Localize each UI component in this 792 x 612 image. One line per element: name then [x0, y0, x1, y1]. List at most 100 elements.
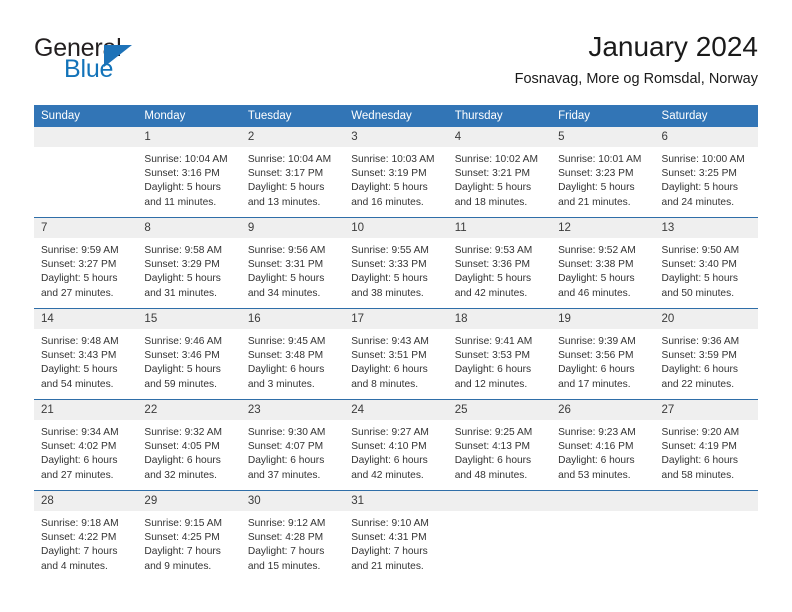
day-number: 28	[34, 491, 138, 511]
day-sun-info: Sunrise: 9:25 AM Sunset: 4:13 PM Daylight:…	[448, 420, 551, 483]
calendar-day-cell[interactable]: 30 Sunrise: 9:12 AM Sunset: 4:28 PM Dayligh…	[240, 490, 345, 581]
calendar-day-cell[interactable]: 18 Sunrise: 9:41 AM Sunset: 3:53 PM Dayligh…	[447, 308, 552, 400]
sunset-text: Sunset: 3:33 PM	[351, 259, 427, 271]
calendar-day-cell[interactable]: 6 Sunrise: 10:00 AM Sunset: 3:25 PM Dayligh…	[654, 127, 758, 218]
calendar-day-cell[interactable]: 27 Sunrise: 9:20 AM Sunset: 4:19 PM Dayligh…	[654, 399, 758, 491]
day-cell-inner: 19 Sunrise: 9:39 AM Sunset: 3:56 PM Dayligh…	[551, 309, 655, 399]
daylight-text-line2: and 53 minutes.	[558, 469, 631, 481]
calendar-day-cell[interactable]: 31 Sunrise: 9:10 AM Sunset: 4:31 PM Dayligh…	[344, 490, 448, 581]
calendar-body: 1 Sunrise: 10:04 AM Sunset: 3:16 PM Dayligh…	[34, 127, 758, 581]
sunrise-text: Sunrise: 9:56 AM	[247, 245, 326, 256]
day-number: 21	[34, 400, 138, 420]
sunrise-text: Sunrise: 9:55 AM	[351, 245, 429, 256]
daylight-text-line2: and 31 minutes.	[144, 287, 217, 299]
sunrise-text: Sunrise: 9:34 AM	[41, 427, 119, 438]
calendar-day-cell[interactable]: 1 Sunrise: 10:04 AM Sunset: 3:16 PM Dayligh…	[137, 127, 241, 218]
day-cell-inner: 9 Sunrise: 9:56 AM Sunset: 3:31 PM Daylight…	[240, 218, 345, 308]
calendar-day-cell[interactable]: 9 Sunrise: 9:56 AM Sunset: 3:31 PM Daylight…	[240, 217, 345, 309]
calendar-day-cell[interactable]: 2 Sunrise: 10:04 AM Sunset: 3:17 PM Dayligh…	[240, 127, 345, 218]
day-sun-info: Sunrise: 10:04 AM Sunset: 3:17 PM Daylight…	[241, 147, 344, 210]
calendar-day-cell[interactable]: 15 Sunrise: 9:46 AM Sunset: 3:46 PM Dayligh…	[137, 308, 241, 400]
day-number: 25	[447, 400, 552, 420]
calendar-day-cell[interactable]: 3 Sunrise: 10:03 AM Sunset: 3:19 PM Dayligh…	[344, 127, 448, 218]
day-sun-info: Sunrise: 9:52 AM Sunset: 3:38 PM Daylight:…	[551, 238, 654, 301]
day-cell-inner	[551, 491, 655, 581]
weekday-header-wednesday: Wednesday	[344, 105, 448, 127]
calendar-day-cell[interactable]: 8 Sunrise: 9:58 AM Sunset: 3:29 PM Daylight…	[137, 217, 241, 309]
sunset-text: Sunset: 3:31 PM	[247, 259, 324, 271]
day-number: 19	[551, 309, 655, 329]
calendar-table: Sunday Monday Tuesday Wednesday Thursday…	[34, 105, 758, 581]
sunset-text: Sunset: 3:25 PM	[661, 168, 737, 180]
calendar-day-cell[interactable]: 10 Sunrise: 9:55 AM Sunset: 3:33 PM Dayligh…	[344, 217, 448, 309]
day-cell-inner: 12 Sunrise: 9:52 AM Sunset: 3:38 PM Dayligh…	[551, 218, 655, 308]
sunrise-text: Sunrise: 9:52 AM	[558, 245, 636, 256]
sunrise-text: Sunrise: 9:53 AM	[454, 245, 533, 256]
calendar-day-cell[interactable]: 28 Sunrise: 9:18 AM Sunset: 4:22 PM Dayligh…	[34, 490, 138, 581]
sunset-text: Sunset: 4:02 PM	[41, 441, 117, 453]
sunrise-text: Sunrise: 10:04 AM	[144, 154, 228, 165]
sunrise-text: Sunrise: 9:36 AM	[661, 336, 740, 347]
calendar-day-cell[interactable]: 5 Sunrise: 10:01 AM Sunset: 3:23 PM Dayligh…	[551, 127, 655, 218]
daylight-text-line2: and 24 minutes.	[661, 196, 735, 208]
daylight-text-line1: Daylight: 5 hours	[661, 273, 738, 285]
daylight-text-line2: and 54 minutes.	[41, 378, 114, 390]
calendar-day-cell[interactable]: 12 Sunrise: 9:52 AM Sunset: 3:38 PM Dayligh…	[551, 217, 655, 309]
day-cell-inner: 7 Sunrise: 9:59 AM Sunset: 3:27 PM Daylight…	[34, 218, 138, 308]
weekday-header-friday: Friday	[551, 105, 655, 127]
calendar-day-cell[interactable]: 16 Sunrise: 9:45 AM Sunset: 3:48 PM Dayligh…	[240, 308, 345, 400]
day-number: 30	[240, 491, 345, 511]
sunrise-text: Sunrise: 9:45 AM	[247, 336, 326, 347]
day-sun-info: Sunrise: 9:43 AM Sunset: 3:51 PM Daylight:…	[344, 329, 447, 392]
day-number	[34, 127, 138, 147]
day-cell-inner: 1 Sunrise: 10:04 AM Sunset: 3:16 PM Dayligh…	[137, 127, 241, 217]
day-sun-info: Sunrise: 9:41 AM Sunset: 3:53 PM Daylight:…	[448, 329, 551, 392]
calendar-day-cell[interactable]: 26 Sunrise: 9:23 AM Sunset: 4:16 PM Dayligh…	[551, 399, 655, 491]
sunrise-text: Sunrise: 9:25 AM	[454, 427, 533, 438]
day-number: 31	[344, 491, 448, 511]
day-sun-info	[551, 511, 654, 517]
calendar-day-cell[interactable]: 25 Sunrise: 9:25 AM Sunset: 4:13 PM Dayligh…	[447, 399, 552, 491]
day-number: 3	[344, 127, 448, 147]
general-blue-logo[interactable]: General Blue	[34, 34, 264, 90]
sunset-text: Sunset: 4:05 PM	[144, 441, 220, 453]
day-cell-inner: 20 Sunrise: 9:36 AM Sunset: 3:59 PM Dayligh…	[654, 309, 758, 399]
day-sun-info: Sunrise: 9:48 AM Sunset: 3:43 PM Daylight:…	[34, 329, 137, 392]
daylight-text-line2: and 46 minutes.	[558, 287, 631, 299]
daylight-text-line2: and 18 minutes.	[454, 196, 528, 208]
calendar-day-cell[interactable]: 24 Sunrise: 9:27 AM Sunset: 4:10 PM Dayligh…	[344, 399, 448, 491]
calendar-day-cell[interactable]: 20 Sunrise: 9:36 AM Sunset: 3:59 PM Dayligh…	[654, 308, 758, 400]
day-number: 11	[447, 218, 552, 238]
day-cell-inner: 17 Sunrise: 9:43 AM Sunset: 3:51 PM Dayligh…	[344, 309, 448, 399]
day-cell-inner: 27 Sunrise: 9:20 AM Sunset: 4:19 PM Dayligh…	[654, 400, 758, 490]
sunrise-text: Sunrise: 9:18 AM	[41, 518, 119, 529]
daylight-text-line1: Daylight: 5 hours	[247, 273, 325, 285]
calendar-day-cell[interactable]: 4 Sunrise: 10:02 AM Sunset: 3:21 PM Dayligh…	[447, 127, 552, 218]
daylight-text-line1: Daylight: 5 hours	[351, 182, 428, 194]
day-number: 10	[344, 218, 448, 238]
day-cell-inner: 3 Sunrise: 10:03 AM Sunset: 3:19 PM Dayligh…	[344, 127, 448, 217]
calendar-day-cell[interactable]: 29 Sunrise: 9:15 AM Sunset: 4:25 PM Dayligh…	[137, 490, 241, 581]
sunrise-text: Sunrise: 9:32 AM	[144, 427, 223, 438]
calendar-day-cell[interactable]: 23 Sunrise: 9:30 AM Sunset: 4:07 PM Dayligh…	[240, 399, 345, 491]
calendar-day-cell[interactable]: 22 Sunrise: 9:32 AM Sunset: 4:05 PM Dayligh…	[137, 399, 241, 491]
day-number: 20	[654, 309, 758, 329]
day-cell-inner: 10 Sunrise: 9:55 AM Sunset: 3:33 PM Dayligh…	[344, 218, 448, 308]
sunset-text: Sunset: 3:21 PM	[454, 168, 531, 180]
daylight-text-line1: Daylight: 5 hours	[144, 364, 221, 376]
calendar-day-cell[interactable]: 7 Sunrise: 9:59 AM Sunset: 3:27 PM Daylight…	[34, 217, 138, 309]
calendar-day-cell[interactable]: 17 Sunrise: 9:43 AM Sunset: 3:51 PM Dayligh…	[344, 308, 448, 400]
calendar-day-cell[interactable]: 21 Sunrise: 9:34 AM Sunset: 4:02 PM Dayligh…	[34, 399, 138, 491]
sunrise-text: Sunrise: 10:03 AM	[351, 154, 435, 165]
calendar-day-cell[interactable]: 13 Sunrise: 9:50 AM Sunset: 3:40 PM Dayligh…	[654, 217, 758, 309]
day-cell-inner: 29 Sunrise: 9:15 AM Sunset: 4:25 PM Dayligh…	[137, 491, 241, 581]
calendar-day-cell[interactable]: 19 Sunrise: 9:39 AM Sunset: 3:56 PM Dayligh…	[551, 308, 655, 400]
daylight-text-line2: and 8 minutes.	[351, 378, 419, 390]
day-cell-inner: 30 Sunrise: 9:12 AM Sunset: 4:28 PM Dayligh…	[240, 491, 345, 581]
day-sun-info: Sunrise: 9:56 AM Sunset: 3:31 PM Daylight:…	[241, 238, 344, 301]
calendar-day-cell[interactable]: 14 Sunrise: 9:48 AM Sunset: 3:43 PM Dayligh…	[34, 308, 138, 400]
day-sun-info: Sunrise: 9:20 AM Sunset: 4:19 PM Daylight:…	[655, 420, 758, 483]
daylight-text-line2: and 9 minutes.	[144, 560, 212, 572]
sunset-text: Sunset: 3:16 PM	[144, 168, 220, 180]
calendar-day-cell[interactable]: 11 Sunrise: 9:53 AM Sunset: 3:36 PM Dayligh…	[447, 217, 552, 309]
